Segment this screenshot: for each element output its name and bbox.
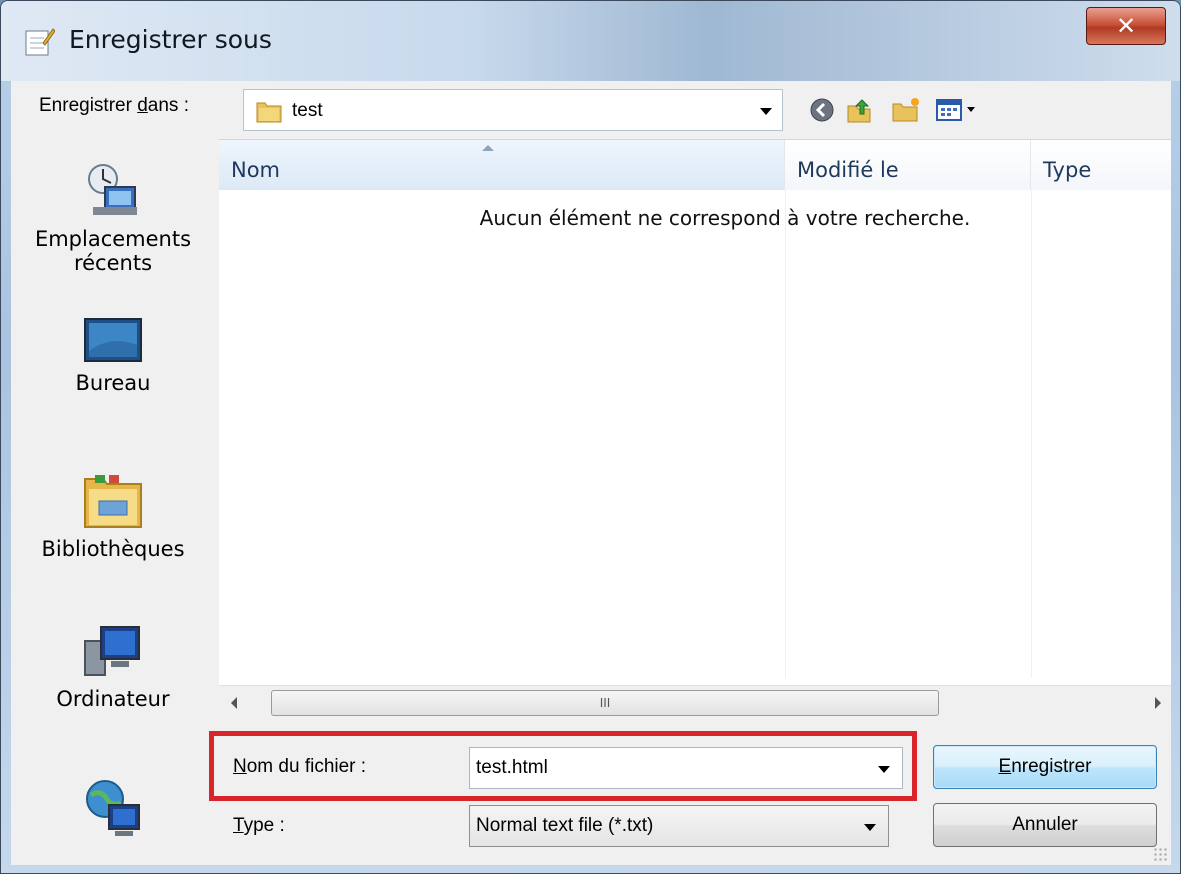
current-folder-name: test (292, 100, 323, 121)
up-folder-button[interactable] (843, 93, 877, 127)
places-bar: Emplacements récents Bureau Bibliothèque… (11, 139, 215, 865)
views-menu-button[interactable] (933, 93, 983, 127)
column-divider (785, 190, 786, 678)
place-label-recent: Emplacements récents (34, 227, 192, 275)
column-header-type-label: Type (1043, 158, 1092, 182)
place-label-computer: Ordinateur (56, 687, 170, 711)
up-folder-icon (847, 99, 871, 123)
place-computer[interactable]: Ordinateur (11, 621, 215, 711)
save-in-label: Enregistrer dans : (39, 95, 189, 116)
scroll-left-icon[interactable] (231, 697, 237, 709)
title-bar[interactable]: Enregistrer sous ✕ (1, 1, 1180, 81)
column-header-name[interactable]: Nom (219, 140, 785, 190)
resize-grip[interactable] (1153, 847, 1167, 861)
recent-places-icon (88, 164, 137, 215)
place-libraries[interactable]: Bibliothèques (11, 471, 215, 561)
window-title: Enregistrer sous (69, 25, 272, 54)
save-in-combobox[interactable]: test (243, 89, 783, 131)
desktop-icon (84, 318, 142, 362)
place-recent[interactable]: Emplacements récents (11, 161, 215, 275)
close-button[interactable]: ✕ (1086, 7, 1166, 45)
chevron-down-icon[interactable] (878, 766, 890, 773)
filetype-combobox[interactable]: Normal text file (*.txt) (469, 805, 889, 847)
place-label-libraries: Bibliothèques (41, 537, 185, 561)
computer-icon (84, 626, 140, 676)
new-folder-icon (892, 98, 919, 122)
column-header-modified-label: Modifié le (797, 158, 899, 182)
libraries-icon (84, 475, 142, 528)
filename-label: Nom du fichier : (233, 756, 367, 777)
place-label-desktop: Bureau (75, 371, 151, 395)
place-network[interactable] (11, 775, 215, 845)
empty-list-message: Aucun élément ne correspond à votre rech… (479, 206, 971, 230)
close-icon: ✕ (1115, 12, 1137, 40)
filename-combobox[interactable]: test.html (469, 747, 903, 789)
horizontal-scrollbar[interactable]: III (219, 685, 1171, 719)
place-desktop[interactable]: Bureau (11, 315, 215, 395)
chevron-down-icon (864, 824, 876, 831)
chevron-down-icon (760, 108, 772, 115)
new-folder-button[interactable] (889, 93, 923, 127)
folder-icon (256, 102, 282, 123)
column-header-modified[interactable]: Modifié le (785, 140, 1031, 190)
filetype-value: Normal text file (*.txt) (476, 815, 654, 836)
filetype-label: Type : (233, 815, 285, 836)
scroll-thumb[interactable]: III (271, 690, 939, 716)
save-button[interactable]: Enregistrer (933, 745, 1157, 789)
views-menu-icon (936, 99, 975, 121)
dialog-body: Enregistrer dans : test Emplacements réc… (11, 81, 1171, 865)
save-as-dialog: Enregistrer sous ✕ Enregistrer dans : te… (0, 0, 1181, 874)
network-icon (86, 780, 140, 836)
back-button[interactable] (805, 93, 839, 127)
notepad-icon (25, 28, 55, 56)
cancel-button[interactable]: Annuler (933, 803, 1157, 847)
scroll-grip-icon: III (599, 696, 611, 710)
file-list[interactable]: Nom Modifié le Type Aucun élément ne cor… (219, 139, 1171, 719)
column-header-type[interactable]: Type (1031, 140, 1171, 190)
back-icon (810, 98, 834, 122)
scroll-right-icon[interactable] (1155, 697, 1161, 709)
column-divider (1031, 190, 1032, 678)
column-header-name-label: Nom (231, 158, 281, 182)
sort-ascending-icon (482, 145, 494, 151)
filename-input[interactable]: test.html (476, 757, 548, 778)
